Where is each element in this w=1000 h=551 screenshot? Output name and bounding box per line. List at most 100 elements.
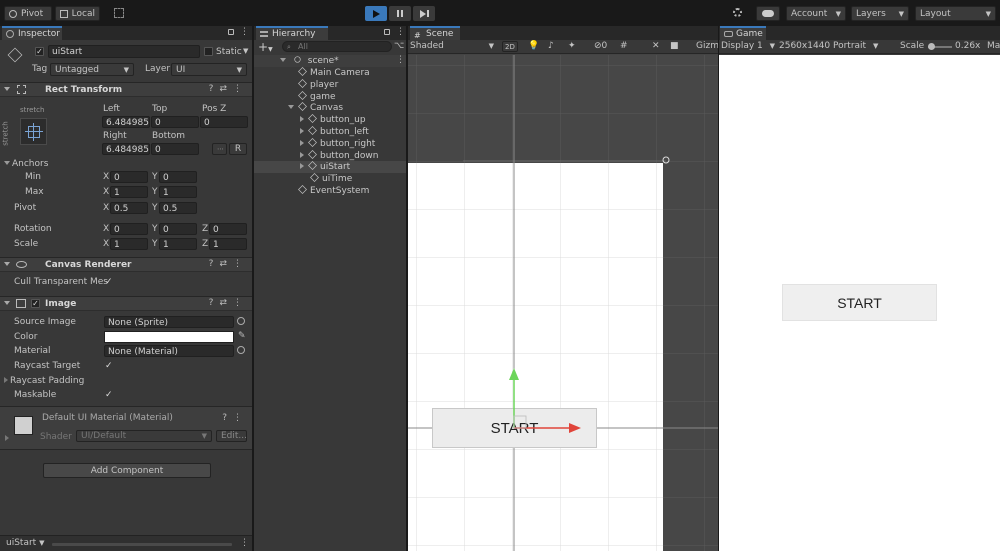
cloud-button[interactable]	[756, 6, 780, 21]
grid-snap-icon[interactable]	[114, 8, 124, 18]
pivot-x-field[interactable]: 0.5	[110, 202, 148, 214]
local-toggle-button[interactable]: Local	[55, 6, 100, 21]
lock-icon[interactable]	[228, 29, 234, 35]
grid-settings-icon[interactable]: #	[620, 41, 628, 51]
right-field[interactable]: 6.484985e	[102, 143, 150, 155]
lighting-icon[interactable]: 💡	[528, 41, 539, 51]
static-checkbox[interactable]	[204, 47, 213, 56]
hierarchy-item-player[interactable]: player	[254, 78, 406, 91]
tab-scene[interactable]: # Scene	[410, 26, 460, 40]
hierarchy-item-canvas[interactable]: Canvas	[254, 102, 406, 114]
game-viewport[interactable]: START	[719, 55, 1000, 551]
play-button[interactable]	[365, 6, 387, 21]
pause-button[interactable]	[389, 6, 411, 21]
max-x-field[interactable]: 1	[110, 186, 148, 198]
menu-icon[interactable]: ⋮	[396, 27, 405, 37]
anchor-preset-button[interactable]	[20, 118, 47, 145]
active-checkbox[interactable]: ✓	[35, 47, 44, 56]
min-x-field[interactable]: 0	[110, 171, 148, 183]
step-button[interactable]	[413, 6, 435, 21]
layers-dropdown[interactable]: Layers ▼	[851, 6, 909, 21]
move-gizmo[interactable]	[503, 360, 593, 450]
max-y-field[interactable]: 1	[159, 186, 197, 198]
maskable-checkbox[interactable]: ✓	[105, 390, 113, 400]
footer-object-dropdown[interactable]: uiStart ▼	[6, 538, 44, 549]
scale-slider[interactable]	[928, 43, 952, 50]
tab-inspector[interactable]: Inspector	[2, 26, 62, 40]
image-component-header[interactable]: ✓ Image ?⇄⋮	[0, 296, 252, 311]
rot-y-field[interactable]: 0	[159, 223, 197, 235]
left-field[interactable]: 6.484985e	[102, 116, 150, 128]
raw-edit-button[interactable]: R	[229, 143, 247, 155]
sun-icon[interactable]	[733, 8, 742, 17]
foldout-arrow-icon[interactable]	[300, 139, 304, 146]
pivot-toggle-button[interactable]: Pivot	[4, 6, 52, 21]
min-y-field[interactable]: 0	[159, 171, 197, 183]
canvas-renderer-header[interactable]: Canvas Renderer ?⇄⋮	[0, 257, 252, 272]
raycast-target-checkbox[interactable]: ✓	[105, 361, 113, 371]
scale-slider-thumb[interactable]	[928, 43, 935, 50]
account-dropdown[interactable]: Account ▼	[786, 6, 846, 21]
foldout-arrow-icon[interactable]	[288, 105, 294, 110]
posz-field[interactable]: 0	[200, 116, 248, 128]
display-dropdown[interactable]: Display 1 ▼	[721, 41, 775, 52]
menu-icon[interactable]: ⋮	[240, 27, 249, 37]
layer-dropdown[interactable]: UI ▼	[171, 63, 247, 76]
raycast-padding-foldout[interactable]: Raycast Padding	[4, 376, 84, 387]
foldout-arrow-icon[interactable]	[300, 151, 304, 158]
shading-mode-dropdown[interactable]: Shaded ▼	[410, 41, 494, 52]
foldout-arrow-icon[interactable]	[5, 435, 9, 441]
hierarchy-item-uitime[interactable]: uiTime	[254, 173, 406, 185]
add-component-button[interactable]: Add Component	[43, 463, 211, 478]
color-swatch[interactable]	[104, 331, 234, 343]
anchors-foldout[interactable]: Anchors	[4, 159, 48, 170]
blueprint-mode-button[interactable]: ⋯	[212, 143, 227, 155]
shader-dropdown[interactable]: UI/Default ▼	[76, 430, 212, 442]
layout-dropdown[interactable]: Layout ▼	[915, 6, 996, 21]
lock-icon[interactable]	[384, 29, 390, 35]
footer-splitter[interactable]	[52, 543, 232, 546]
tab-game[interactable]: Game	[720, 26, 766, 40]
rot-z-field[interactable]: 0	[209, 223, 247, 235]
foldout-arrow-icon[interactable]	[300, 128, 304, 134]
game-start-button[interactable]: START	[782, 284, 937, 321]
cull-transparent-checkbox[interactable]: ✓	[105, 277, 113, 287]
object-picker-icon[interactable]	[237, 346, 245, 354]
rect-transform-header[interactable]: Rect Transform ?⇄⋮	[0, 82, 252, 97]
toggle-2d-button[interactable]: 2D	[502, 41, 518, 52]
scene-viewport[interactable]: START	[408, 55, 718, 551]
menu-icon[interactable]: ⋮	[396, 55, 405, 65]
hidden-objects-icon[interactable]: ⊘0	[594, 41, 607, 51]
material-field[interactable]: None (Material)	[104, 345, 234, 357]
hierarchy-item-button-up[interactable]: button_up	[254, 114, 406, 126]
pivot-y-field[interactable]: 0.5	[159, 202, 197, 214]
foldout-arrow-icon[interactable]	[300, 116, 304, 123]
tag-dropdown[interactable]: Untagged ▼	[50, 63, 134, 76]
image-enabled-checkbox[interactable]: ✓	[31, 299, 40, 308]
top-field[interactable]: 0	[151, 116, 199, 128]
scene-root-row[interactable]: scene*	[254, 55, 406, 67]
hierarchy-search[interactable]: ⌕ All	[282, 41, 392, 52]
hierarchy-item-main-camera[interactable]: Main Camera	[254, 67, 406, 79]
hierarchy-item-button-left[interactable]: button_left	[254, 126, 406, 138]
object-name-field[interactable]: uiStart	[48, 45, 200, 58]
edit-shader-button[interactable]: Edit...	[216, 430, 247, 442]
component-tools-icons[interactable]: ?⋮	[222, 413, 248, 423]
menu-icon[interactable]: ⋮	[240, 538, 249, 548]
hierarchy-item-uistart[interactable]: uiStart	[254, 161, 406, 174]
maximize-dropdown[interactable]: Ma	[987, 41, 1000, 52]
scale-z-field[interactable]: 1	[209, 238, 247, 250]
hierarchy-item-game[interactable]: game	[254, 90, 406, 103]
resolution-dropdown[interactable]: 2560x1440 Portrait ▼	[779, 41, 878, 52]
component-tools-icons[interactable]: ?⇄⋮	[209, 84, 248, 94]
bottom-field[interactable]: 0	[151, 143, 199, 155]
scale-x-field[interactable]: 1	[110, 238, 148, 250]
component-tools-icons[interactable]: ?⇄⋮	[209, 259, 248, 269]
camera-icon[interactable]: ■	[670, 41, 679, 51]
eyedropper-icon[interactable]: ✎	[238, 331, 246, 341]
scene-visibility-icon[interactable]: ⌥	[394, 41, 404, 51]
source-image-field[interactable]: None (Sprite)	[104, 316, 234, 328]
object-picker-icon[interactable]	[237, 317, 245, 325]
component-tools-icons[interactable]: ?⇄⋮	[209, 298, 248, 308]
hierarchy-item-eventsystem[interactable]: EventSystem	[254, 185, 406, 197]
